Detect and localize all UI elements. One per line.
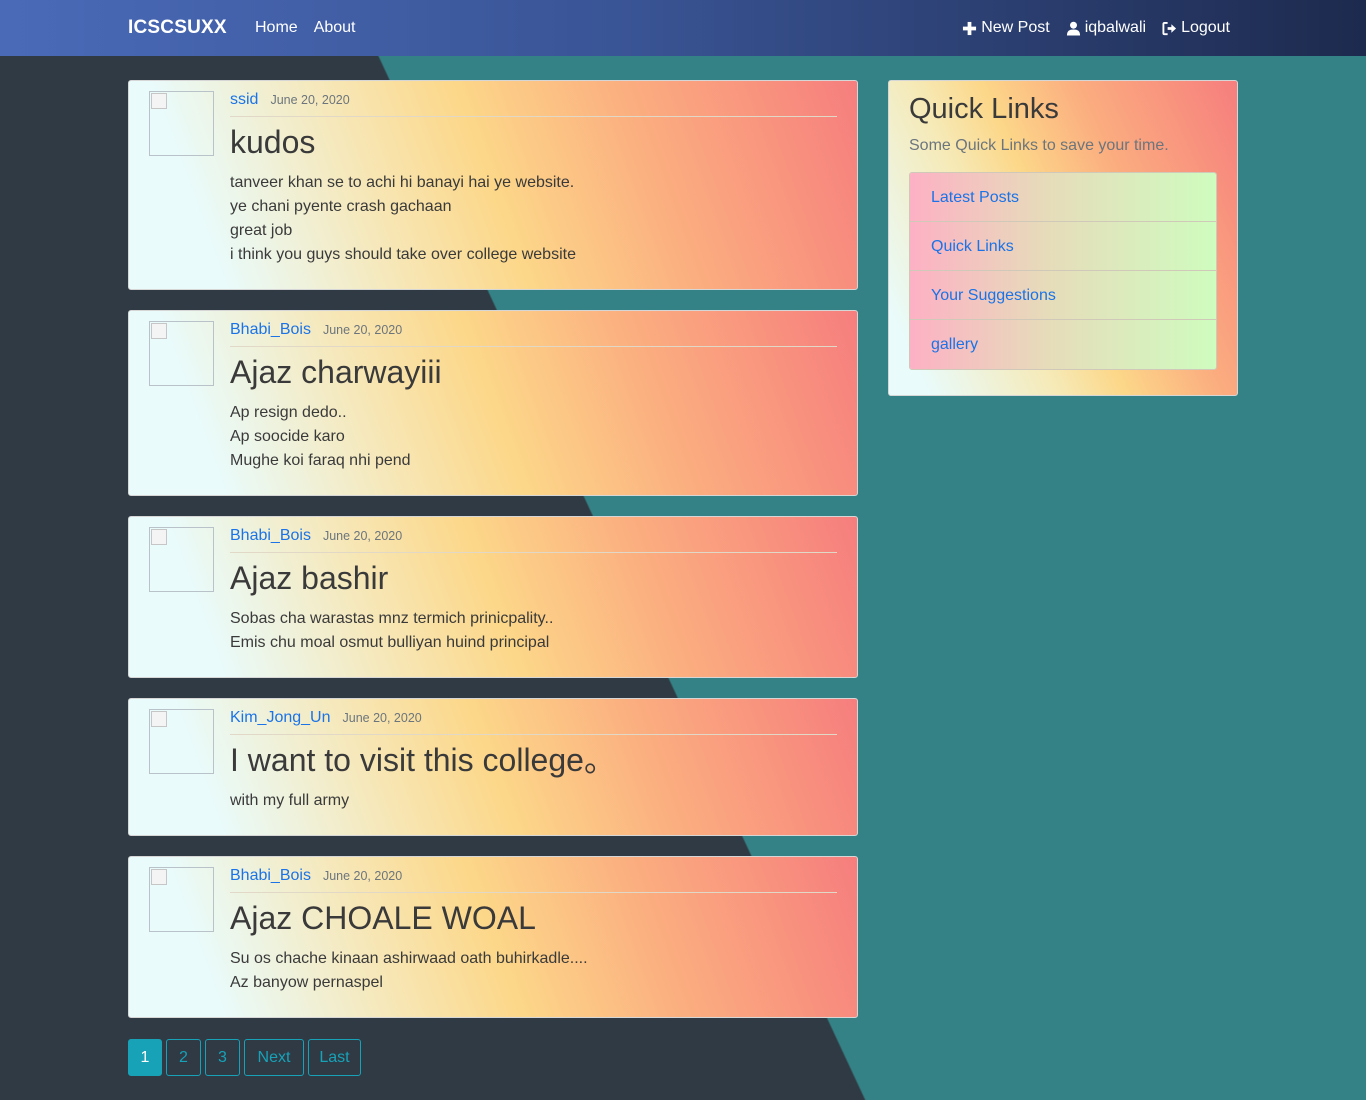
- post-line: Az banyow pernaspel: [230, 974, 383, 991]
- post-content: Sobas cha warastas mnz termich prinicpal…: [230, 607, 837, 655]
- username-label: iqbalwali: [1084, 19, 1147, 36]
- post-line: with my full army: [230, 792, 350, 809]
- post-title[interactable]: Ajaz CHOALE WOAL: [230, 899, 837, 937]
- post-title[interactable]: I want to visit this college。: [230, 741, 837, 779]
- post-line: Emis chu moal osmut bulliyan huind princ…: [230, 634, 550, 651]
- post-content: Su os chache kinaan ashirwaad oath buhir…: [230, 947, 837, 995]
- post-body: Bhabi_Bois June 20, 2020 Ajaz CHOALE WOA…: [230, 867, 837, 995]
- user-profile-link[interactable]: iqbalwali: [1066, 19, 1146, 37]
- post-meta: Kim_Jong_Un June 20, 2020: [230, 709, 837, 735]
- post-line: Ap resign dedo..: [230, 404, 347, 421]
- quick-link-latest-posts[interactable]: Latest Posts: [910, 173, 1216, 222]
- post-author-link[interactable]: Bhabi_Bois: [230, 527, 311, 545]
- post-meta: ssid June 20, 2020: [230, 91, 837, 117]
- next-page-button[interactable]: Next: [244, 1039, 304, 1076]
- post-line: tanveer khan se to achi hi banayi hai ye…: [230, 174, 575, 191]
- quick-links-list: Latest Posts Quick Links Your Suggestion…: [909, 172, 1217, 370]
- quick-link-your-suggestions[interactable]: Your Suggestions: [910, 271, 1216, 320]
- post-meta: Bhabi_Bois June 20, 2020: [230, 867, 837, 893]
- post-line: great job: [230, 222, 293, 239]
- post-date: June 20, 2020: [322, 323, 403, 337]
- sidebar-title: Quick Links: [909, 93, 1059, 125]
- page-2-button[interactable]: 2: [166, 1039, 201, 1076]
- post-date: June 20, 2020: [342, 711, 422, 725]
- post-author-link[interactable]: ssid: [230, 91, 258, 109]
- post-meta: Bhabi_Bois June 20, 2020: [230, 527, 837, 553]
- post-line: Ap soocide karo: [230, 428, 345, 445]
- quick-links-sidebar: Quick Links Some Quick Links to save you…: [888, 80, 1238, 396]
- author-avatar: [149, 321, 214, 386]
- post-card: Bhabi_Bois June 20, 2020 Ajaz CHOALE WOA…: [128, 856, 858, 1018]
- post-body: Bhabi_Bois June 20, 2020 Ajaz charwayiii…: [230, 321, 837, 473]
- post-card: Kim_Jong_Un June 20, 2020 I want to visi…: [128, 698, 858, 836]
- post-content: Ap resign dedo.. Ap soocide karo Mughe k…: [230, 401, 837, 473]
- post-title[interactable]: Ajaz bashir: [230, 559, 837, 597]
- author-avatar: [149, 91, 214, 156]
- post-line: Mughe koi faraq nhi pend: [230, 452, 411, 469]
- plus-icon: [962, 21, 977, 36]
- post-meta: Bhabi_Bois June 20, 2020: [230, 321, 837, 347]
- brand-logo[interactable]: ICSCSUXX: [128, 17, 227, 39]
- nav-home-link[interactable]: Home: [255, 19, 298, 37]
- logout-label: Logout: [1181, 19, 1230, 36]
- post-title[interactable]: kudos: [230, 123, 837, 161]
- post-date: June 20, 2020: [322, 869, 403, 883]
- page-1-button[interactable]: 1: [128, 1039, 162, 1076]
- post-line: ye chani pyente crash gachaan: [230, 198, 452, 215]
- sidebar-subtitle: Some Quick Links to save your time.: [909, 137, 1169, 154]
- quick-link-quick-links[interactable]: Quick Links: [910, 222, 1216, 271]
- post-date: June 20, 2020: [270, 93, 350, 107]
- post-content: with my full army: [230, 789, 837, 813]
- new-post-link[interactable]: New Post: [962, 19, 1050, 37]
- user-icon: [1066, 21, 1081, 36]
- author-avatar: [149, 867, 214, 932]
- post-author-link[interactable]: Bhabi_Bois: [230, 867, 311, 885]
- sign-out-icon: [1162, 21, 1177, 36]
- post-author-link[interactable]: Kim_Jong_Un: [230, 709, 331, 727]
- post-body: Kim_Jong_Un June 20, 2020 I want to visi…: [230, 709, 837, 813]
- post-card: ssid June 20, 2020 kudos tanveer khan se…: [128, 80, 858, 290]
- post-date: June 20, 2020: [322, 529, 403, 543]
- nav-about-link[interactable]: About: [314, 19, 356, 37]
- post-card: Bhabi_Bois June 20, 2020 Ajaz charwayiii…: [128, 310, 858, 496]
- post-line: Sobas cha warastas mnz termich prinicpal…: [230, 610, 554, 627]
- logout-link[interactable]: Logout: [1162, 19, 1230, 37]
- author-avatar: [149, 709, 214, 774]
- post-line: i think you guys should take over colleg…: [230, 246, 576, 263]
- post-content: tanveer khan se to achi hi banayi hai ye…: [230, 171, 837, 267]
- post-body: ssid June 20, 2020 kudos tanveer khan se…: [230, 91, 837, 267]
- post-line: Su os chache kinaan ashirwaad oath buhir…: [230, 950, 588, 967]
- nav-right: New Post iqbalwali Logout: [962, 19, 1230, 37]
- new-post-label: New Post: [981, 19, 1050, 36]
- post-title[interactable]: Ajaz charwayiii: [230, 353, 837, 391]
- quick-link-gallery[interactable]: gallery: [910, 320, 1216, 369]
- nav-left: Home About: [255, 19, 356, 37]
- pagination: 1 2 3 Next Last: [128, 1039, 361, 1076]
- post-body: Bhabi_Bois June 20, 2020 Ajaz bashir Sob…: [230, 527, 837, 655]
- last-page-button[interactable]: Last: [308, 1039, 361, 1076]
- author-avatar: [149, 527, 214, 592]
- post-card: Bhabi_Bois June 20, 2020 Ajaz bashir Sob…: [128, 516, 858, 678]
- page-3-button[interactable]: 3: [205, 1039, 240, 1076]
- navbar: ICSCSUXX Home About New Post iqbalwali L…: [0, 0, 1366, 56]
- post-author-link[interactable]: Bhabi_Bois: [230, 321, 311, 339]
